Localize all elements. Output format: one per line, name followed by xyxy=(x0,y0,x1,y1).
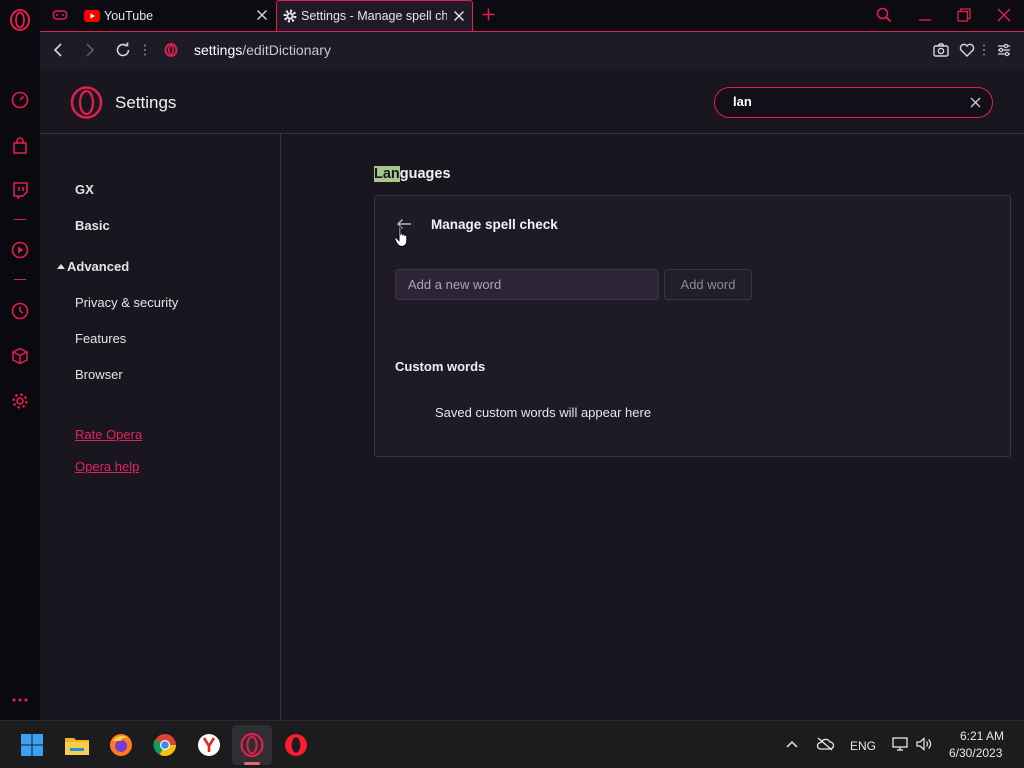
caret-up-icon xyxy=(57,263,65,269)
close-window-icon[interactable] xyxy=(997,8,1011,22)
back-icon[interactable] xyxy=(52,43,64,57)
sidebar-item-privacy-security[interactable]: Privacy & security xyxy=(75,295,178,310)
sidebar-item-features[interactable]: Features xyxy=(75,331,126,346)
network-icon[interactable] xyxy=(892,737,908,751)
minimize-icon[interactable] xyxy=(918,8,932,22)
spell-check-card: Manage spell check Add a new word Add wo… xyxy=(374,195,1011,457)
shopping-bag-icon[interactable] xyxy=(8,134,32,158)
file-explorer-icon[interactable] xyxy=(61,729,93,761)
tab-title: Settings - Manage spell check xyxy=(301,9,447,23)
section-title-rest: guages xyxy=(399,166,451,182)
close-tab-icon[interactable] xyxy=(256,9,268,21)
twitch-icon[interactable] xyxy=(8,178,32,202)
add-word-button[interactable]: Add word xyxy=(664,269,752,300)
opera-menu-icon[interactable] xyxy=(8,8,32,32)
onedrive-cloud-icon[interactable] xyxy=(816,737,834,751)
rail-divider xyxy=(14,279,26,280)
vertical-dots-icon xyxy=(144,44,146,56)
custom-words-title: Custom words xyxy=(395,359,486,374)
language-indicator[interactable]: ENG xyxy=(850,739,876,753)
hand-cursor-icon xyxy=(394,226,410,248)
settings-gear-icon[interactable] xyxy=(8,389,32,413)
history-icon[interactable] xyxy=(8,299,32,323)
tab-title: YouTube xyxy=(104,8,154,23)
restore-icon[interactable] xyxy=(957,8,971,22)
volume-icon[interactable] xyxy=(916,737,932,751)
forward-icon[interactable] xyxy=(84,43,96,57)
speedometer-icon[interactable] xyxy=(8,88,32,112)
settings-main: Languages Manage spell check Add a new w… xyxy=(281,134,1024,720)
snapshot-camera-icon[interactable] xyxy=(933,43,949,57)
heart-icon[interactable] xyxy=(959,43,975,57)
rate-opera-link[interactable]: Rate Opera xyxy=(75,427,142,442)
reload-icon[interactable] xyxy=(115,42,131,58)
close-tab-icon[interactable] xyxy=(453,10,465,22)
rail-divider xyxy=(14,219,26,220)
address-bar: settings/editDictionary xyxy=(40,31,1024,69)
vertical-divider xyxy=(983,44,985,56)
sidebar-item-basic[interactable]: Basic xyxy=(75,218,110,233)
sidebar-item-gx[interactable]: GX xyxy=(75,182,94,197)
gamepad-icon[interactable] xyxy=(52,7,68,23)
sidebar-item-advanced[interactable]: Advanced xyxy=(67,259,129,274)
search-highlight: Lan xyxy=(374,166,400,182)
opera-gx-taskbar-icon[interactable] xyxy=(236,729,268,761)
page-title: Settings xyxy=(115,93,177,112)
active-indicator xyxy=(244,762,260,765)
easy-setup-icon[interactable] xyxy=(997,43,1011,57)
opera-help-link[interactable]: Opera help xyxy=(75,459,139,474)
youtube-logo-icon xyxy=(84,9,100,22)
extensions-cube-icon[interactable] xyxy=(8,344,32,368)
gear-icon xyxy=(283,9,297,23)
search-tabs-icon[interactable] xyxy=(876,7,892,23)
windows-taskbar: ENG 6:21 AM 6/30/2023 xyxy=(0,720,1024,768)
more-icon[interactable] xyxy=(8,688,32,712)
show-hidden-icons-chevron[interactable] xyxy=(786,740,798,748)
card-title: Manage spell check xyxy=(431,217,558,232)
yandex-browser-icon[interactable] xyxy=(193,729,225,761)
new-tab-icon[interactable] xyxy=(482,8,495,21)
player-icon[interactable] xyxy=(8,238,32,262)
settings-header: Settings lan xyxy=(40,69,1024,134)
settings-sidebar: GX Basic Advanced Privacy & security Fea… xyxy=(40,134,281,720)
tab-strip: YouTube Settings - Manage spell check xyxy=(40,0,1024,31)
settings-search-input[interactable]: lan xyxy=(714,87,993,118)
url-field[interactable]: settings/editDictionary xyxy=(194,42,331,58)
section-title-languages: Languages xyxy=(374,166,451,182)
opera-page-icon[interactable] xyxy=(164,43,178,57)
windows-start-icon[interactable] xyxy=(16,729,48,761)
opera-logo-icon xyxy=(70,86,103,119)
url-host: settings xyxy=(194,42,243,58)
custom-words-empty-message: Saved custom words will appear here xyxy=(435,405,652,420)
sidebar-item-browser[interactable]: Browser xyxy=(75,367,123,382)
clear-search-icon[interactable] xyxy=(970,97,981,108)
search-value: lan xyxy=(733,94,752,109)
firefox-icon[interactable] xyxy=(105,729,137,761)
gx-sidebar xyxy=(0,0,40,720)
chrome-icon[interactable] xyxy=(149,729,181,761)
new-word-input[interactable]: Add a new word xyxy=(395,269,659,300)
opera-taskbar-icon[interactable] xyxy=(280,729,312,761)
url-path: /editDictionary xyxy=(242,42,331,58)
clock-date[interactable]: 6/30/2023 xyxy=(949,746,1002,760)
tab-settings[interactable]: Settings - Manage spell check xyxy=(276,0,473,31)
tab-youtube[interactable]: YouTube xyxy=(84,0,274,31)
clock-time[interactable]: 6:21 AM xyxy=(960,729,1004,743)
